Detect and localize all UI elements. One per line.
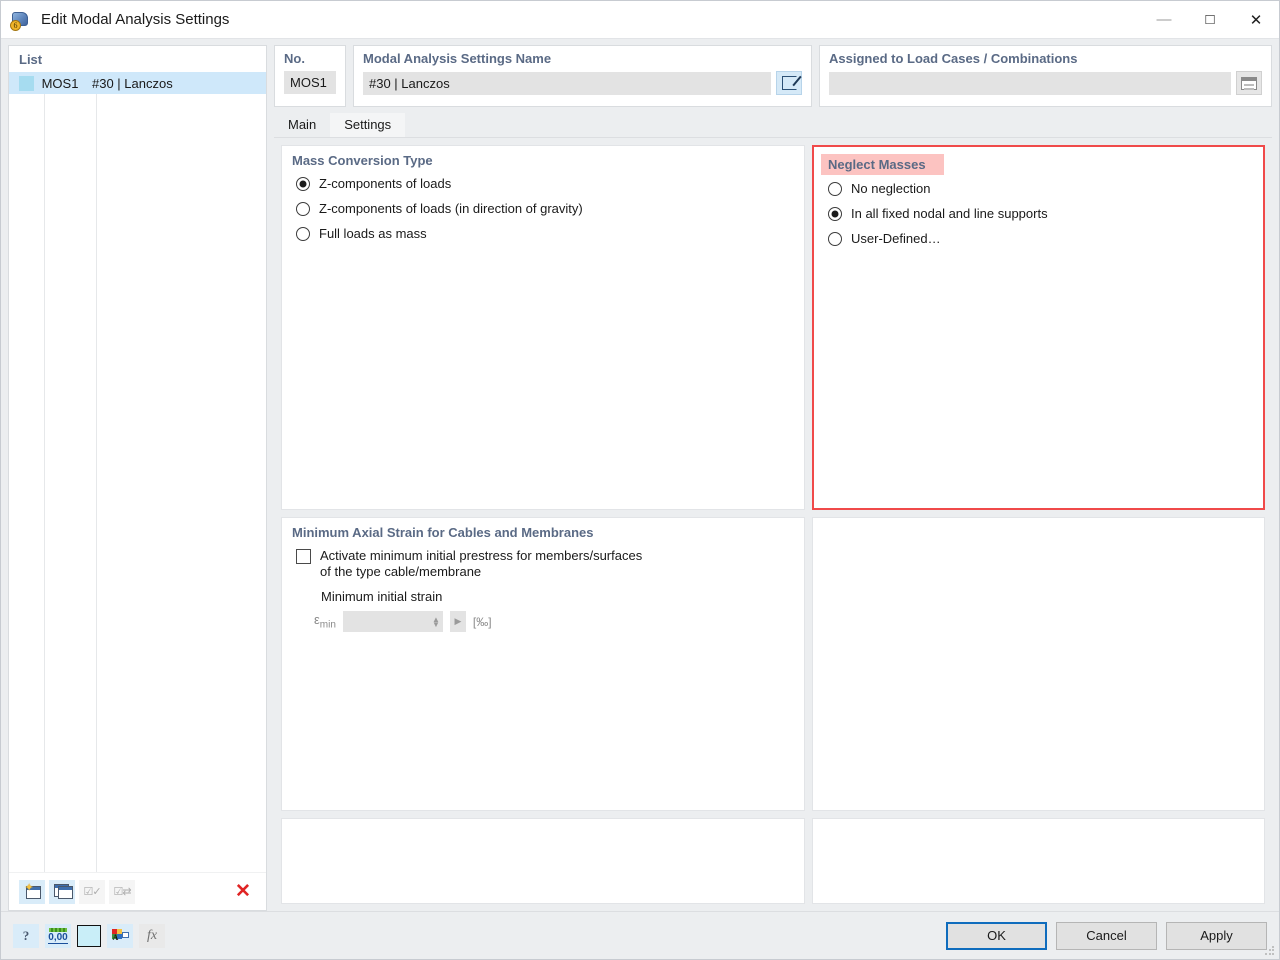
- dialog-action-buttons: OK Cancel Apply: [946, 921, 1267, 950]
- radio-z-components-gravity[interactable]: Z-components of loads (in direction of g…: [296, 201, 794, 217]
- radio-icon: [296, 177, 310, 191]
- option-label: User-Defined…: [851, 231, 941, 246]
- list-header: List: [19, 52, 43, 67]
- radio-icon: [296, 227, 310, 241]
- color-swatch-button[interactable]: [77, 924, 101, 947]
- main-column: No. Modal Analysis Settings Name: [274, 45, 1272, 911]
- min-axial-strain-title: Minimum Axial Strain for Cables and Memb…: [292, 525, 594, 540]
- dialog-body: List MOS1 #30 | Lanczos ✦ ☑✓ ☑⇄ ✕ No. MO…: [1, 39, 1279, 911]
- checkbox-label-line2: of the type cable/membrane: [320, 564, 482, 579]
- dialog-footer: ? 0,00 A fx OK Cancel Apply: [1, 911, 1279, 959]
- table-picker-icon: [1241, 76, 1257, 90]
- empty-panel-right-bottom: [812, 818, 1265, 904]
- name-field-group: Modal Analysis Settings Name: [353, 45, 812, 107]
- list-item-name: #30 | Lanczos: [92, 75, 173, 91]
- help-button[interactable]: ?: [13, 923, 39, 948]
- spinner-arrows-icon[interactable]: ▲ ▼: [432, 615, 440, 628]
- formula-icon: fx: [146, 927, 158, 943]
- epsilon-min-symbol: εmin: [314, 612, 336, 631]
- no-input[interactable]: [284, 71, 336, 94]
- empty-panel-left-bottom: [281, 818, 805, 904]
- formula-button[interactable]: fx: [139, 923, 165, 948]
- title-bar: 6 Edit Modal Analysis Settings — □ ✕: [1, 1, 1279, 39]
- radio-icon: [828, 182, 842, 196]
- min-axial-strain-group: Minimum Axial Strain for Cables and Memb…: [281, 517, 805, 811]
- edit-modal-analysis-settings-window: 6 Edit Modal Analysis Settings — □ ✕ Lis…: [0, 0, 1280, 960]
- edit-name-button[interactable]: [776, 71, 802, 95]
- pencil-icon: [781, 75, 802, 90]
- radio-icon: [296, 202, 310, 216]
- close-button[interactable]: ✕: [1233, 1, 1279, 39]
- name-input[interactable]: [363, 71, 771, 95]
- delete-item-button[interactable]: ✕: [230, 880, 256, 904]
- new-item-button[interactable]: ✦: [19, 879, 45, 904]
- mass-conversion-group: Mass Conversion Type Z-components of loa…: [281, 145, 805, 510]
- units-button[interactable]: 0,00: [45, 923, 71, 948]
- radio-all-fixed-nodal-line-supports[interactable]: In all fixed nodal and line supports: [828, 206, 1253, 222]
- list-item-id: MOS1: [41, 75, 79, 91]
- help-icon: ?: [22, 927, 30, 943]
- maximize-button[interactable]: □: [1187, 1, 1233, 39]
- neglect-masses-group: Neglect Masses No neglection In all fixe…: [812, 145, 1265, 510]
- units-label: 0,00: [48, 931, 68, 944]
- list-toolbar: ✦ ☑✓ ☑⇄ ✕: [9, 872, 266, 910]
- display-properties-icon: A: [111, 928, 129, 943]
- assigned-input[interactable]: [829, 71, 1231, 95]
- list-body: MOS1 #30 | Lanczos: [9, 72, 266, 872]
- radio-z-components-of-loads[interactable]: Z-components of loads: [296, 176, 794, 192]
- checkbox-label-line1: Activate minimum initial prestress for m…: [320, 548, 643, 563]
- checkbox-activate-min-prestress[interactable]: Activate minimum initial prestress for m…: [296, 548, 794, 580]
- min-strain-spinner[interactable]: ▲ ▼: [342, 611, 443, 632]
- radio-user-defined[interactable]: User-Defined…: [828, 231, 1253, 247]
- min-strain-dropdown-button[interactable]: ▶: [449, 611, 466, 632]
- list-item-color-swatch: [19, 75, 34, 91]
- display-properties-button[interactable]: A: [107, 923, 133, 948]
- option-label: Z-components of loads: [319, 176, 452, 191]
- name-field-label: Modal Analysis Settings Name: [363, 51, 552, 66]
- tab-main[interactable]: Main: [274, 113, 330, 137]
- option-label: In all fixed nodal and line supports: [851, 206, 1048, 221]
- neglect-masses-title: Neglect Masses: [821, 154, 944, 175]
- cancel-button[interactable]: Cancel: [1056, 921, 1157, 950]
- window-resize-grip[interactable]: [1264, 945, 1276, 957]
- list-column: List MOS1 #30 | Lanczos ✦ ☑✓ ☑⇄ ✕: [8, 45, 267, 911]
- empty-panel-right-middle: [812, 517, 1265, 811]
- select-all-button[interactable]: ☑✓: [79, 879, 105, 904]
- header-fields: No. Modal Analysis Settings Name: [274, 45, 1272, 107]
- tab-strip: Main Settings: [274, 112, 1272, 137]
- modal-analysis-cube-icon: 6: [10, 9, 32, 31]
- assigned-field-group: Assigned to Load Cases / Combinations: [819, 45, 1272, 107]
- option-label: No neglection: [851, 181, 931, 196]
- radio-no-neglection[interactable]: No neglection: [828, 181, 1253, 197]
- window-controls: — □ ✕: [1141, 1, 1279, 39]
- radio-full-loads-as-mass[interactable]: Full loads as mass: [296, 226, 794, 242]
- min-strain-unit: [‰]: [472, 614, 492, 629]
- option-label: Z-components of loads (in direction of g…: [319, 201, 583, 216]
- no-field-group: No.: [274, 45, 346, 107]
- assigned-field-label: Assigned to Load Cases / Combinations: [829, 51, 1078, 66]
- window-title: Edit Modal Analysis Settings: [41, 11, 230, 28]
- settings-tab-panel: Mass Conversion Type Z-components of loa…: [274, 137, 1272, 911]
- ok-button[interactable]: OK: [946, 921, 1047, 950]
- radio-icon: [828, 207, 842, 221]
- option-label: Full loads as mass: [319, 226, 427, 241]
- radio-icon: [828, 232, 842, 246]
- minimize-button[interactable]: —: [1141, 1, 1187, 39]
- no-field-label: No.: [284, 51, 305, 66]
- tab-settings[interactable]: Settings: [330, 113, 406, 137]
- list-item[interactable]: MOS1 #30 | Lanczos: [9, 72, 266, 94]
- min-initial-strain-label: Minimum initial strain: [321, 589, 443, 604]
- copy-item-button[interactable]: [49, 879, 75, 904]
- invert-selection-button[interactable]: ☑⇄: [109, 879, 135, 904]
- list-panel: List MOS1 #30 | Lanczos ✦ ☑✓ ☑⇄ ✕: [8, 45, 267, 911]
- load-case-picker-button[interactable]: [1236, 71, 1262, 95]
- min-strain-field-row: εmin ▲ ▼ ▶ [‰]: [314, 611, 794, 632]
- apply-button[interactable]: Apply: [1166, 921, 1267, 950]
- checkbox-icon: [296, 549, 311, 564]
- mass-conversion-title: Mass Conversion Type: [292, 153, 433, 168]
